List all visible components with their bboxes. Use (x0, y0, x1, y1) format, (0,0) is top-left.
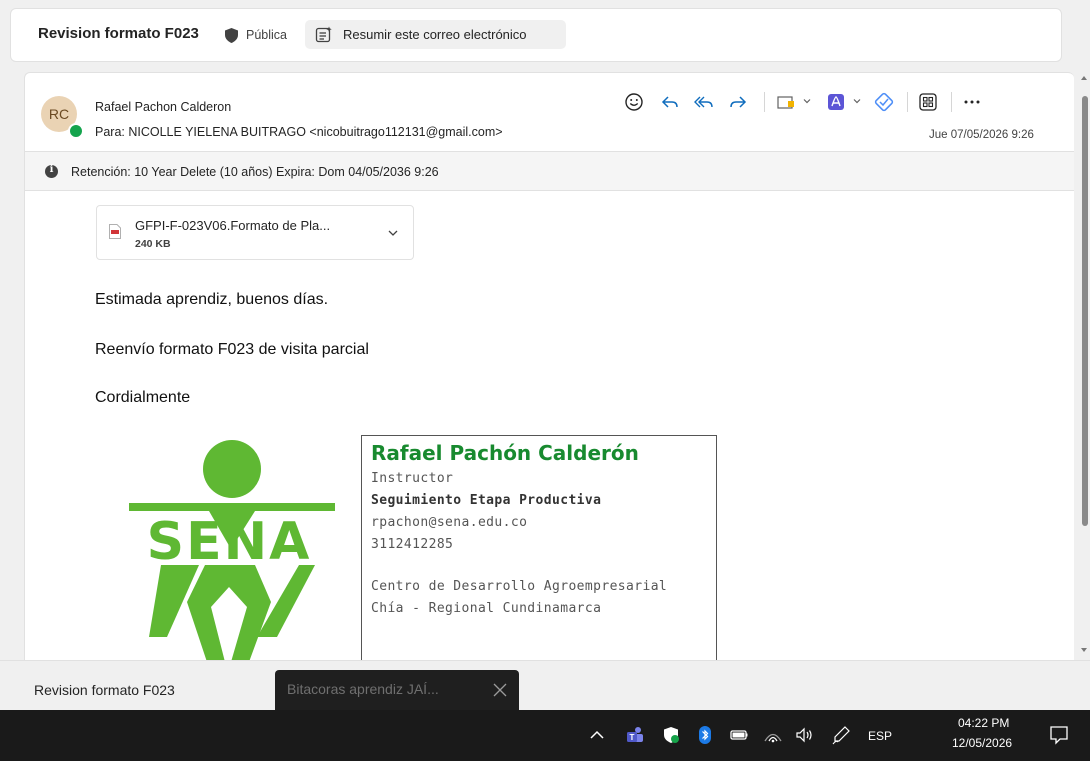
toolbar-divider (764, 92, 765, 112)
toolbar-divider (907, 92, 908, 112)
emoji-reaction-button[interactable] (623, 91, 645, 113)
chevron-up-icon[interactable] (586, 724, 608, 746)
attachment-size: 240 KB (135, 238, 171, 250)
smiley-icon (625, 93, 643, 111)
add-in-icon (777, 96, 794, 109)
svg-text:T: T (630, 733, 635, 742)
signature-center: Centro de Desarrollo Agroempresarial (371, 579, 668, 594)
notifications-icon[interactable] (1048, 724, 1070, 746)
scroll-thumb[interactable] (1082, 96, 1088, 526)
shield-icon (225, 28, 238, 43)
body-greeting: Estimada aprendiz, buenos días. (95, 291, 329, 308)
teams-icon[interactable]: T (624, 724, 646, 746)
retention-banner: Retención: 10 Year Delete (10 años) Expi… (25, 151, 1074, 191)
apps-grid-icon (919, 93, 937, 111)
adobe-acrobat-button[interactable] (825, 91, 847, 113)
attachment-card[interactable]: GFPI-F-023V06.Formato de Pla... 240 KB (96, 205, 414, 260)
toolbar-divider (951, 92, 952, 112)
sena-logo: SENA (129, 440, 335, 660)
scroll-down-arrow[interactable] (1081, 648, 1087, 652)
open-item-draft-tab[interactable]: Bitacoras aprendiz JAÍ... (275, 670, 519, 710)
signature-department: Seguimiento Etapa Productiva (371, 493, 602, 508)
open-item-tab[interactable]: Revision formato F023 (34, 682, 175, 698)
apps-button[interactable] (917, 91, 939, 113)
adobe-acrobat-icon (828, 94, 844, 110)
body-text: Reenvío formato F023 de visita parcial (95, 341, 369, 358)
chevron-down-icon[interactable] (852, 96, 862, 106)
open-items-bar: Revision formato F023 (0, 660, 1090, 710)
reply-icon (661, 96, 678, 108)
scroll-up-arrow[interactable] (1081, 76, 1087, 80)
pen-icon[interactable] (830, 724, 852, 746)
more-actions-button[interactable] (961, 91, 983, 113)
signature-phone: 3112412285 (371, 537, 454, 552)
clock-date[interactable]: 12/05/2026 (952, 736, 1012, 750)
battery-icon[interactable] (728, 724, 750, 746)
reply-all-button[interactable] (693, 91, 715, 113)
email-subject: Revision formato F023 (38, 25, 199, 42)
signature-email[interactable]: rpachon@sena.edu.co (371, 515, 527, 530)
forward-icon (730, 96, 747, 108)
presence-available-icon (68, 123, 84, 139)
clock-time[interactable]: 04:22 PM (958, 716, 1009, 730)
signature-regional: Chía - Regional Cundinamarca (371, 601, 602, 616)
loop-add-in-icon (874, 92, 894, 112)
chevron-down-icon[interactable] (802, 96, 812, 106)
apps-add-in-button[interactable] (775, 91, 797, 113)
reading-pane: RC Rafael Pachon Calderon Para: NICOLLE … (24, 72, 1074, 660)
summarize-icon (315, 26, 332, 43)
close-icon[interactable] (493, 683, 507, 697)
language-indicator[interactable]: ESP (868, 729, 892, 743)
message-date: Jue 07/05/2026 9:26 (929, 129, 1034, 141)
attachment-name: GFPI-F-023V06.Formato de Pla... (135, 218, 331, 233)
pdf-file-icon (109, 224, 121, 239)
reply-all-icon (694, 96, 713, 108)
vertical-scrollbar[interactable] (1078, 72, 1090, 660)
security-shield-icon[interactable] (660, 724, 682, 746)
message-toolbar (623, 87, 1053, 117)
recipients-line[interactable]: Para: NICOLLE YIELENA BUITRAGO <nicobuit… (95, 125, 503, 139)
summarize-button[interactable]: Resumir este correo electrónico (305, 20, 566, 49)
sensitivity-label[interactable]: Pública (246, 28, 287, 42)
forward-button[interactable] (727, 91, 749, 113)
draft-tab-label: Bitacoras aprendiz JAÍ... (287, 681, 439, 697)
signature-title: Instructor (371, 471, 454, 486)
more-icon (964, 100, 980, 104)
signature-name: Rafael Pachón Calderón (371, 441, 639, 465)
loop-add-in-button[interactable] (873, 91, 895, 113)
summarize-label: Resumir este correo electrónico (343, 27, 527, 42)
info-icon (45, 164, 58, 178)
chevron-down-icon[interactable] (387, 227, 399, 239)
wifi-icon[interactable] (762, 724, 784, 746)
sender-name[interactable]: Rafael Pachon Calderon (95, 100, 231, 114)
subject-bar: Revision formato F023 Pública Resumir es… (10, 8, 1062, 62)
volume-icon[interactable] (794, 724, 816, 746)
reply-button[interactable] (659, 91, 681, 113)
retention-text: Retención: 10 Year Delete (10 años) Expi… (71, 165, 439, 179)
windows-taskbar: T ESP 04:22 PM 12/05/2026 (0, 710, 1090, 761)
bluetooth-icon[interactable] (694, 724, 716, 746)
body-closing: Cordialmente (95, 389, 191, 406)
